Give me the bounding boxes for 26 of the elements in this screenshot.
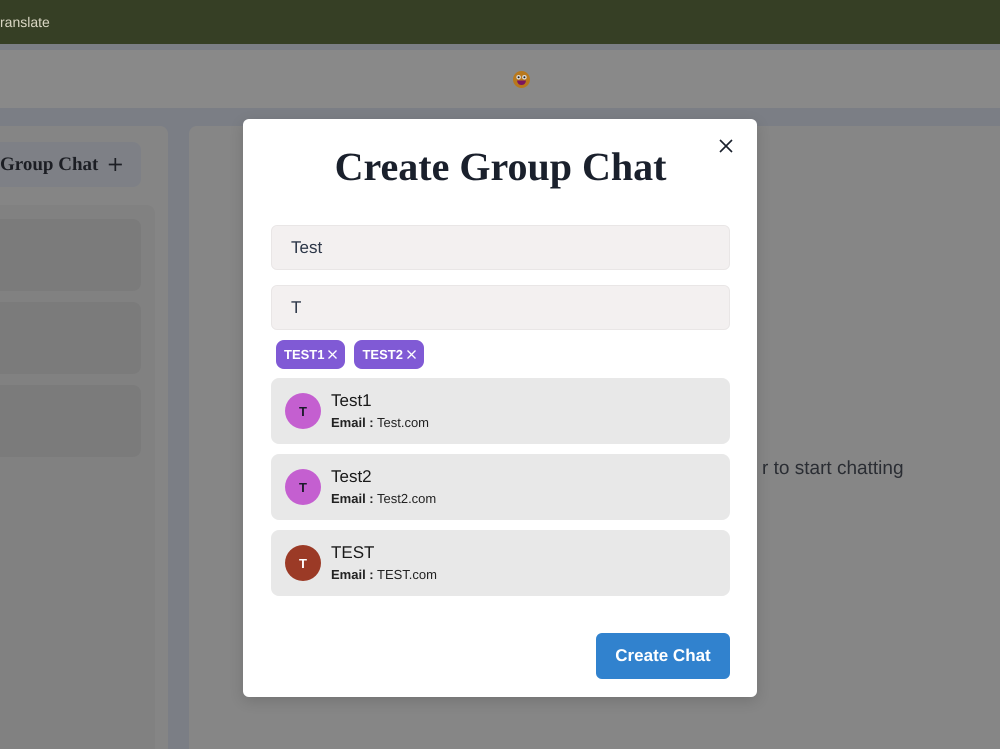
user-name: Test2 [331, 467, 373, 487]
user-result-item[interactable]: T TEST Email : TEST.com [271, 530, 730, 596]
user-result-item[interactable]: T Test1 Email : Test.com [271, 378, 730, 444]
user-email: Email : TEST.com [331, 567, 437, 583]
user-avatar: T [285, 393, 321, 429]
plus-icon [108, 155, 123, 174]
input-field[interactable]: Test [271, 225, 730, 270]
new-group-chat-button[interactable]: Group Chat [0, 142, 141, 187]
user-name: TEST [331, 543, 376, 563]
user-result-item[interactable]: T Test2 Email : Test2.com [271, 454, 730, 520]
tag-label: TEST2 [362, 347, 403, 362]
remove-icon[interactable] [328, 350, 338, 359]
user-avatar: T [285, 469, 321, 505]
create-chat-button[interactable]: Create Chat [596, 633, 730, 679]
smiley-face-icon [513, 70, 530, 88]
input-field[interactable]: T [271, 285, 730, 330]
translate-label: ranslate [0, 14, 50, 30]
empty-chat-hint: r to start chatting [762, 458, 904, 479]
user-email: Email : Test.com [331, 415, 430, 431]
close-icon[interactable] [719, 139, 733, 153]
user-avatar: T [285, 545, 321, 581]
remove-icon[interactable] [406, 350, 416, 359]
user-name: Test1 [331, 391, 373, 411]
dialog-title: Create Group Chat [334, 143, 666, 191]
user-email: Email : Test2.com [331, 491, 436, 507]
tag-label: TEST1 [284, 347, 324, 362]
